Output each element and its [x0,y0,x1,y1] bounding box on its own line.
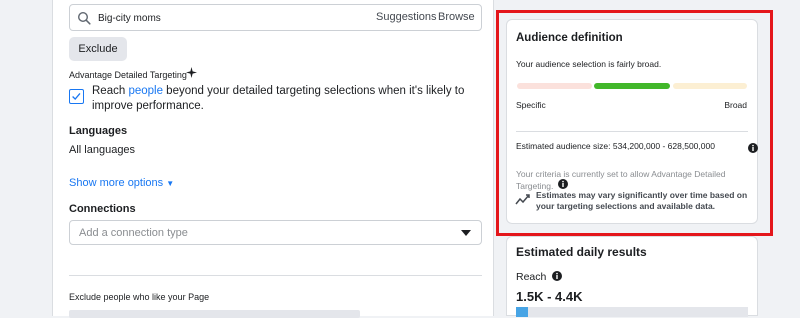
section-divider [69,275,482,276]
people-link[interactable]: people [128,85,163,97]
estimated-daily-results-card: Estimated daily results Reach 1.5K - 4.4… [506,236,758,317]
targeting-panel: Suggestions Browse Exclude Advantage Det… [52,0,494,318]
connections-heading: Connections [69,203,136,215]
reach-value: 1.5K - 4.4K [516,289,583,304]
advantage-targeting-description: Reach people beyond your detailed target… [92,84,482,114]
reach-label-text: Reach [516,271,547,283]
advantage-targeting-checkbox[interactable] [69,89,84,104]
sparkle-icon [186,67,197,78]
checkmark-icon [72,93,81,101]
suggestions-link[interactable]: Suggestions [376,11,437,23]
connection-type-dropdown[interactable]: Add a connection type [69,220,482,245]
connection-placeholder: Add a connection type [79,227,188,239]
exclude-button[interactable]: Exclude [69,37,127,61]
chevron-down-icon [461,230,471,236]
browse-link[interactable]: Browse [438,11,475,23]
detailed-targeting-search[interactable]: Suggestions Browse [69,4,482,31]
page-likes-field[interactable] [69,310,360,318]
languages-value[interactable]: All languages [69,144,135,156]
caret-down-icon: ▼ [166,179,175,188]
reach-info-icon[interactable] [552,271,563,281]
advantage-targeting-title: Advantage Detailed Targeting [69,70,187,80]
reach-label: Reach [516,271,563,283]
search-input[interactable] [98,9,348,27]
languages-heading: Languages [69,125,128,137]
highlight-box [496,10,773,236]
show-more-options-link[interactable]: Show more options ▼ [69,177,174,189]
exclude-page-likes-label: Exclude people who like your Page [69,292,210,302]
reach-text-start: Reach [92,85,129,97]
search-icon [77,11,91,25]
daily-results-title: Estimated daily results [516,245,647,259]
show-more-label: Show more options [69,177,164,189]
